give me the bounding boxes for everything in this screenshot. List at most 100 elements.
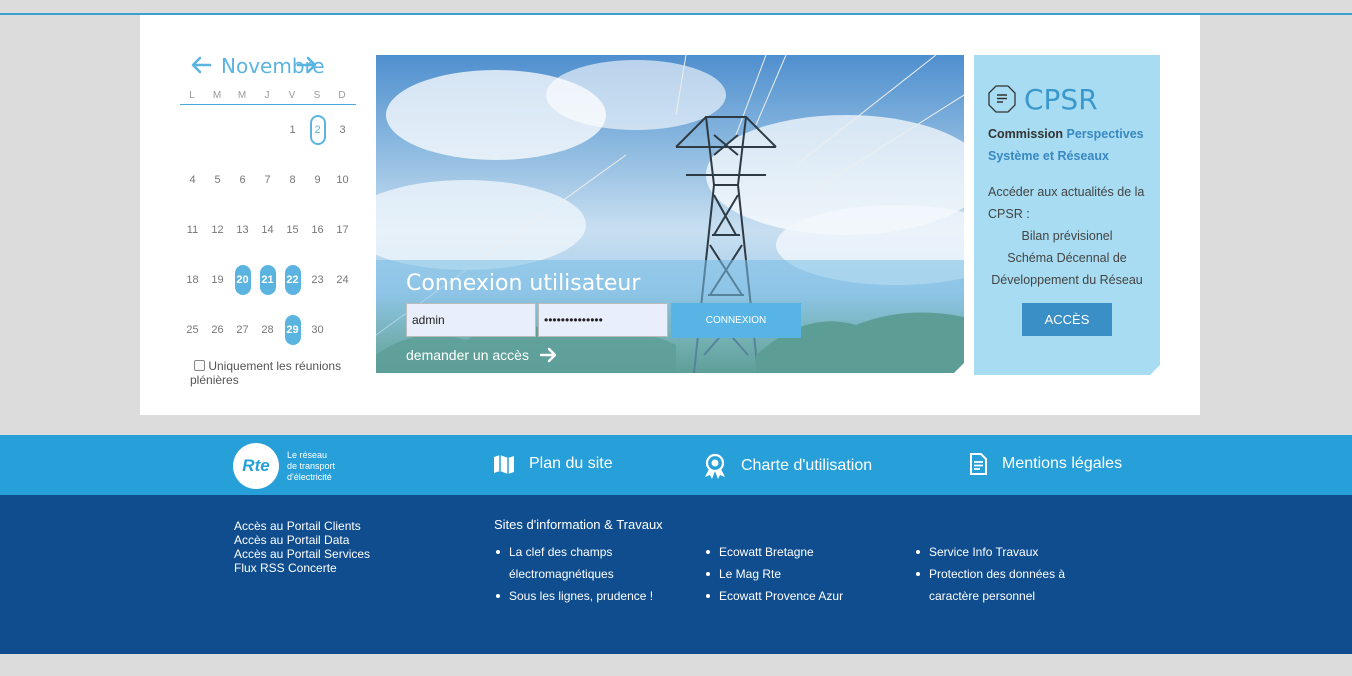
calendar-day[interactable]: 20 <box>230 265 255 295</box>
weekday-label: M <box>212 90 223 101</box>
site-link[interactable]: Sous les lignes, prudence ! <box>494 585 664 607</box>
calendar-day-number: 24 <box>336 274 349 286</box>
sites-column-3: Service Info Travaux Protection des donn… <box>914 541 1084 607</box>
portal-clients-link[interactable]: Accès au Portail Clients <box>234 519 370 533</box>
cpsr-title: CPSR <box>1024 83 1098 116</box>
weekday-label: D <box>338 90 347 101</box>
rte-logo[interactable]: Rte Le réseau de transport d'électricité <box>233 443 335 489</box>
calendar-day[interactable]: 6 <box>230 165 255 195</box>
calendar-day[interactable]: 9 <box>305 165 330 195</box>
calendar-day[interactable]: 15 <box>280 215 305 245</box>
site-link[interactable]: La clef des champs électromagnétiques <box>494 541 664 585</box>
logo-line: Le réseau <box>287 449 328 460</box>
sitemap-label: Plan du site <box>529 455 613 472</box>
legal-notice-label: Mentions légales <box>1002 455 1123 472</box>
calendar-day[interactable]: 17 <box>330 215 355 245</box>
calendar-day[interactable]: 30 <box>305 315 330 345</box>
footer-links-area: Accès au Portail Clients Accès au Portai… <box>0 495 1352 654</box>
calendar-day-number: 23 <box>311 274 324 286</box>
weekday-label: S <box>313 90 322 101</box>
calendar-day[interactable]: 16 <box>305 215 330 245</box>
cpsr-subtitle: Commission Perspectives Système et Résea… <box>988 123 1158 167</box>
calendar-day-number: 9 <box>314 174 321 186</box>
calendar-day[interactable]: 18 <box>180 265 205 295</box>
calendar-day[interactable]: 8 <box>280 165 305 195</box>
calendar-empty-cell <box>330 315 355 345</box>
password-input[interactable] <box>538 303 668 337</box>
request-access-link[interactable]: demander un accès <box>406 347 559 363</box>
connect-button[interactable]: CONNEXION <box>671 303 801 338</box>
terms-of-use-link[interactable]: Charte d'utilisation <box>703 453 872 479</box>
calendar-day[interactable]: 28 <box>255 315 280 345</box>
calendar-day[interactable]: 21 <box>255 265 280 295</box>
rte-logo-text: Le réseau de transport d'électricité <box>287 450 335 483</box>
cpsr-item: Schéma Décennal de Développement du Rése… <box>991 251 1143 287</box>
calendar-day[interactable]: 7 <box>255 165 280 195</box>
arrow-left-icon[interactable] <box>190 55 212 75</box>
map-icon <box>494 455 514 474</box>
portal-data-link[interactable]: Accès au Portail Data <box>234 533 370 547</box>
calendar-day[interactable]: 26 <box>205 315 230 345</box>
login-title: Connexion utilisateur <box>406 271 641 296</box>
document-icon <box>988 85 1016 113</box>
calendar-day[interactable]: 2 <box>305 115 330 145</box>
calendar-day-number: 12 <box>211 224 224 236</box>
plenary-filter-label: Uniquement les réunions plénières <box>190 359 342 387</box>
site-link[interactable]: Service Info Travaux <box>914 541 1084 563</box>
calendar-day[interactable]: 25 <box>180 315 205 345</box>
rte-logo-mark: Rte <box>233 443 279 489</box>
calendar-day[interactable]: 11 <box>180 215 205 245</box>
calendar-day-number: 13 <box>236 224 249 236</box>
calendar-week: 4 5 6 7 8 9 10 <box>180 155 356 205</box>
rss-feed-link[interactable]: Flux RSS Concerte <box>234 561 370 575</box>
calendar-day-number: 7 <box>264 174 271 186</box>
arrow-right-icon[interactable] <box>296 55 318 75</box>
calendar-empty-cell <box>230 115 255 145</box>
site-link[interactable]: Ecowatt Bretagne <box>704 541 874 563</box>
calendar-day[interactable]: 19 <box>205 265 230 295</box>
calendar-day-number: 25 <box>186 324 199 336</box>
calendar-day[interactable]: 3 <box>330 115 355 145</box>
calendar-day[interactable]: 22 <box>280 265 305 295</box>
calendar-day[interactable]: 24 <box>330 265 355 295</box>
calendar-day-number: 8 <box>289 174 296 186</box>
calendar-day-number: 11 <box>186 224 199 236</box>
calendar-day[interactable]: 13 <box>230 215 255 245</box>
sites-column-1: La clef des champs électromagnétiques So… <box>494 541 664 607</box>
calendar-week: 18 19 20 21 22 23 24 <box>180 255 356 305</box>
portal-links: Accès au Portail Clients Accès au Portai… <box>234 519 370 575</box>
cpsr-access-button[interactable]: ACCÈS <box>1022 303 1112 336</box>
calendar-day-number: 20 <box>234 265 251 295</box>
calendar-week: 1 2 3 <box>180 105 356 155</box>
site-link[interactable]: Ecowatt Provence Azur <box>704 585 874 607</box>
site-link[interactable]: Protection des données à caractère perso… <box>914 563 1084 607</box>
calendar-day-number: 26 <box>211 324 224 336</box>
username-input[interactable] <box>406 303 536 337</box>
login-banner: Connexion utilisateur CONNEXION demander… <box>376 55 964 373</box>
calendar-day[interactable]: 10 <box>330 165 355 195</box>
plenary-filter[interactable]: Uniquement les réunions plénières <box>180 359 356 387</box>
calendar-day[interactable]: 4 <box>180 165 205 195</box>
portal-services-link[interactable]: Accès au Portail Services <box>234 547 370 561</box>
calendar-day[interactable]: 5 <box>205 165 230 195</box>
calendar-day[interactable]: 23 <box>305 265 330 295</box>
plenary-checkbox[interactable] <box>194 360 205 371</box>
sitemap-link[interactable]: Plan du site <box>493 453 613 475</box>
calendar-day[interactable]: 12 <box>205 215 230 245</box>
calendar-day[interactable]: 14 <box>255 215 280 245</box>
legal-notice-link[interactable]: Mentions légales <box>968 453 1122 475</box>
calendar-day-number: 2 <box>309 115 326 145</box>
weekday-label: J <box>264 90 271 101</box>
calendar-day-number: 17 <box>336 224 349 236</box>
cpsr-subtitle-bold: Commission <box>988 127 1064 141</box>
calendar-day[interactable]: 29 <box>280 315 305 345</box>
calendar-day[interactable]: 27 <box>230 315 255 345</box>
calendar-day-number: 30 <box>311 324 324 336</box>
arrow-right-icon <box>539 347 557 363</box>
calendar-day-number: 5 <box>214 174 221 186</box>
cpsr-item: Bilan prévisionel <box>1021 229 1113 243</box>
calendar-day[interactable]: 1 <box>280 115 305 145</box>
footer-bar: Rte Le réseau de transport d'électricité… <box>0 435 1352 495</box>
site-link[interactable]: Le Mag Rte <box>704 563 874 585</box>
banner-corner <box>954 363 964 373</box>
